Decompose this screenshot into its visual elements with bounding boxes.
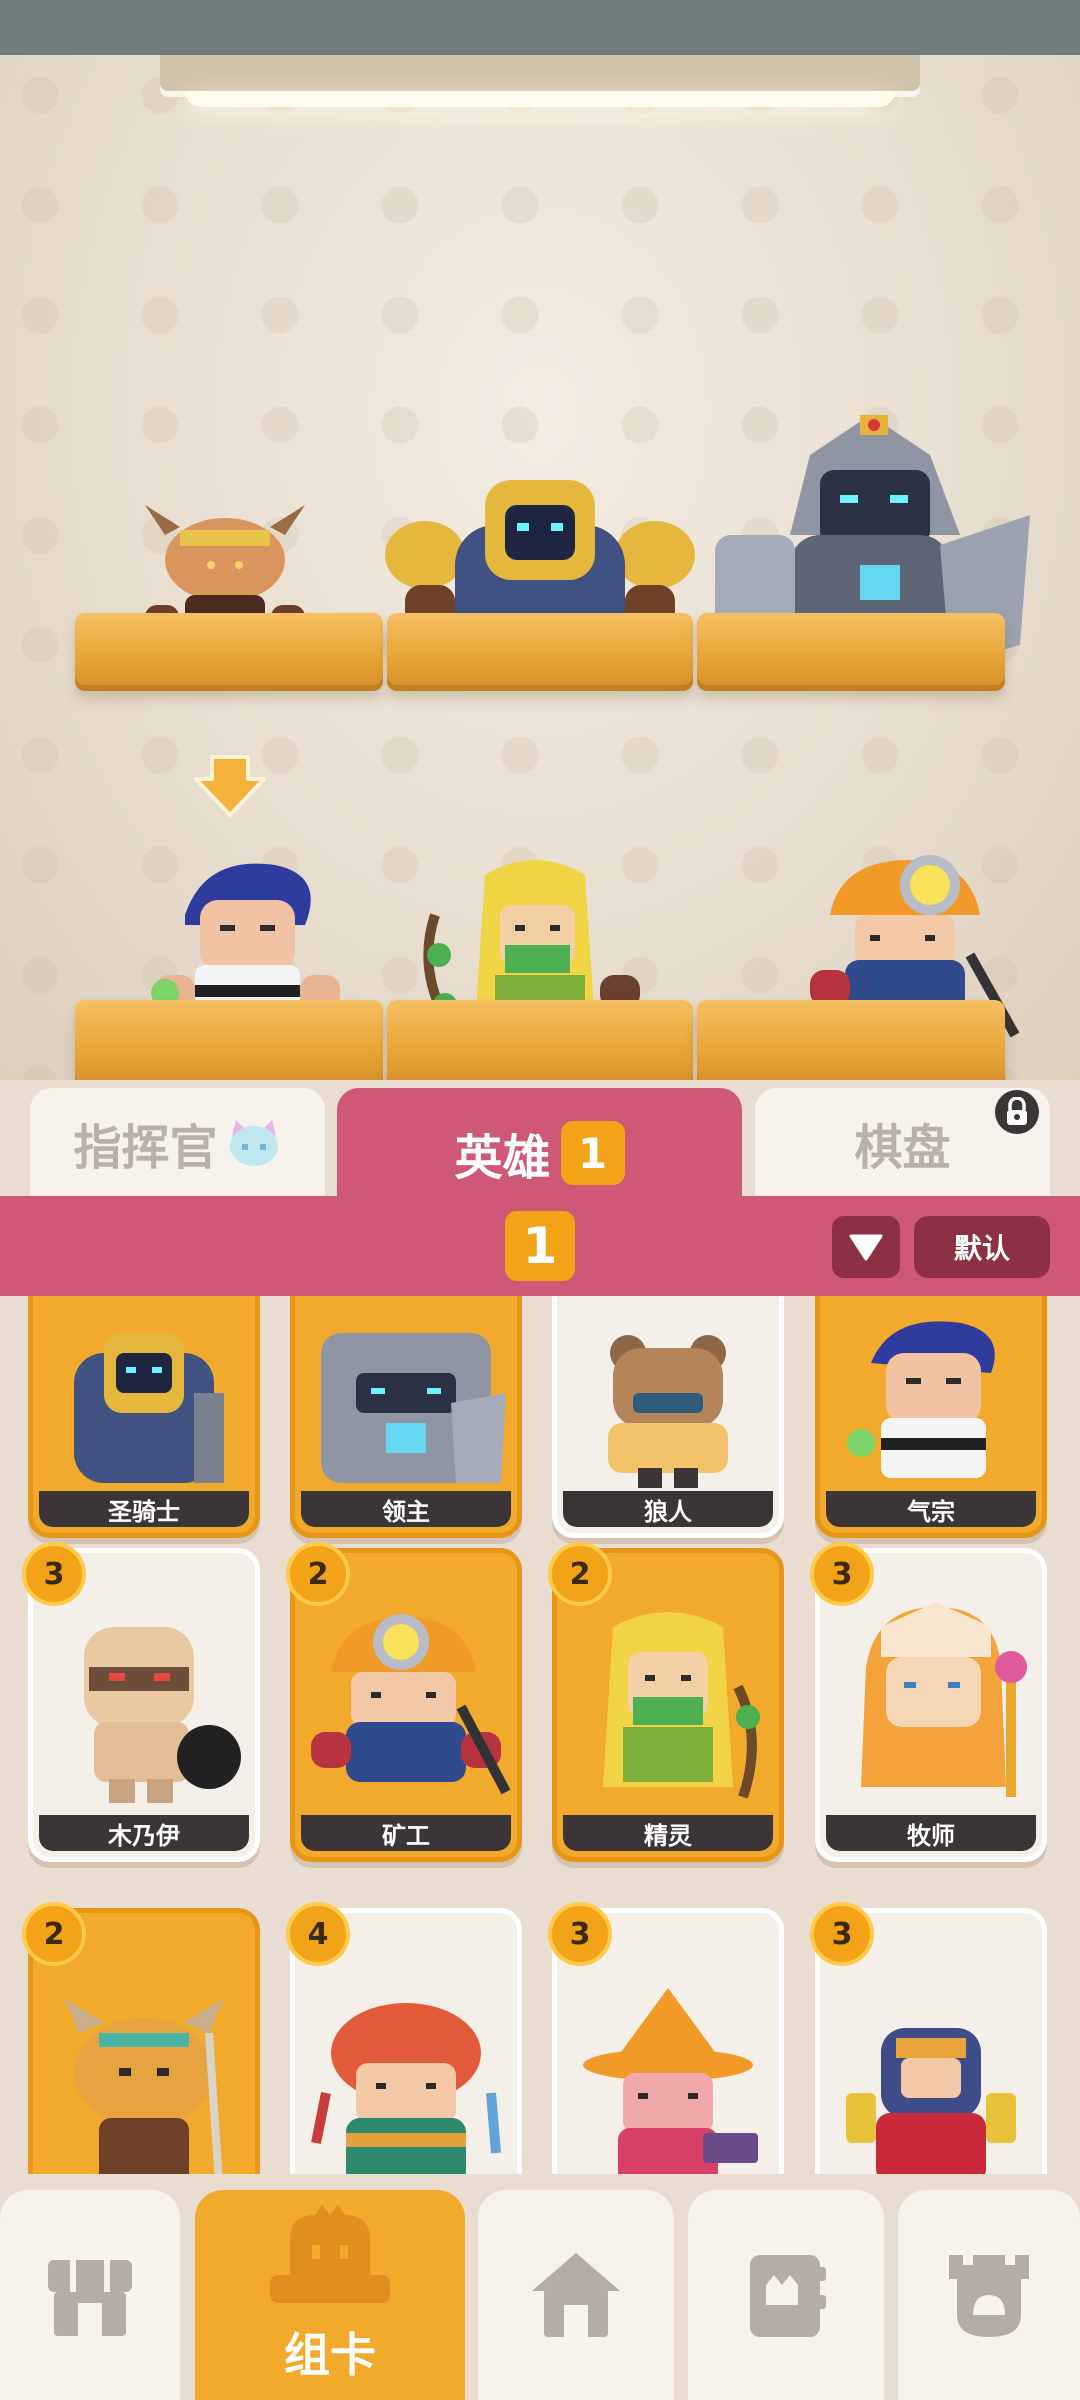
hero-showcase — [0, 55, 1080, 1080]
tab-commander[interactable]: 指挥官 — [30, 1088, 325, 1198]
card-name: 精灵 — [563, 1815, 773, 1851]
cost-badge: 2 — [22, 1902, 86, 1966]
card-art — [33, 1296, 255, 1493]
nav-deck-label: 组卡 — [284, 2328, 376, 2382]
selected-count-badge: 1 — [505, 1211, 575, 1281]
castle-icon — [949, 2255, 1029, 2337]
hero-card-grid: 圣骑士 领主 狼人 气宗 木乃伊 矿工 精灵 牧师 3 2 2 3 2 4 3 … — [0, 1296, 1080, 2174]
card-name: 圣骑士 — [39, 1491, 249, 1527]
cost-badge: 2 — [286, 1542, 350, 1606]
cost-badge: 3 — [810, 1542, 874, 1606]
tab-heroes-badge: 1 — [560, 1121, 625, 1185]
shelf-lower-2 — [387, 1000, 693, 1080]
filter-bar: 1 默认 — [0, 1196, 1080, 1296]
nav-deck[interactable]: 组卡 — [195, 2190, 465, 2400]
ceiling-light — [160, 55, 920, 91]
filter-dropdown-button[interactable] — [832, 1216, 900, 1278]
card-name: 领主 — [301, 1491, 511, 1527]
card-name: 气宗 — [826, 1491, 1036, 1527]
shop-icon — [48, 2260, 132, 2336]
nav-collection[interactable] — [688, 2190, 884, 2400]
cost-badge: 3 — [22, 1542, 86, 1606]
nav-castle[interactable] — [898, 2190, 1080, 2400]
shelf-lower-1 — [75, 1000, 383, 1080]
triangle-down-icon — [849, 1234, 883, 1261]
commander-avatar-icon — [229, 1120, 278, 1166]
nav-shop[interactable] — [0, 2190, 180, 2400]
cost-badge: 3 — [548, 1902, 612, 1966]
cost-badge: 2 — [548, 1542, 612, 1606]
card-art — [557, 1296, 779, 1493]
lock-icon — [995, 1090, 1039, 1134]
deck-castle-icon — [270, 2205, 390, 2303]
tab-board-label: 棋盘 — [854, 1120, 951, 1176]
home-icon — [532, 2253, 620, 2337]
nav-home[interactable] — [478, 2190, 674, 2400]
card-art — [820, 1296, 1042, 1493]
hero-card-werewolf[interactable]: 狼人 — [552, 1296, 784, 1538]
cost-badge: 4 — [286, 1902, 350, 1966]
shelf-lower-3 — [697, 1000, 1005, 1080]
tab-heroes-label: 英雄 — [454, 1130, 551, 1186]
card-name: 狼人 — [563, 1491, 773, 1527]
status-bar — [0, 0, 1080, 55]
ceiling-light-glow — [185, 91, 895, 107]
shelf-upper-2 — [387, 613, 693, 691]
card-name: 矿工 — [301, 1815, 511, 1851]
hero-card-qizong[interactable]: 气宗 — [815, 1296, 1047, 1538]
bottom-nav: 组卡 — [0, 2174, 1080, 2400]
book-icon — [750, 2255, 826, 2337]
shelf-upper-3 — [697, 613, 1005, 691]
sort-default-button[interactable]: 默认 — [914, 1216, 1050, 1278]
tab-commander-label: 指挥官 — [73, 1120, 218, 1176]
card-art — [295, 1296, 517, 1493]
hero-card-paladin[interactable]: 圣骑士 — [28, 1296, 260, 1538]
shelf-upper-1 — [75, 613, 383, 691]
card-name: 木乃伊 — [39, 1815, 249, 1851]
cost-badge: 3 — [810, 1902, 874, 1966]
hero-card-lord[interactable]: 领主 — [290, 1296, 522, 1538]
card-name: 牧师 — [826, 1815, 1036, 1851]
